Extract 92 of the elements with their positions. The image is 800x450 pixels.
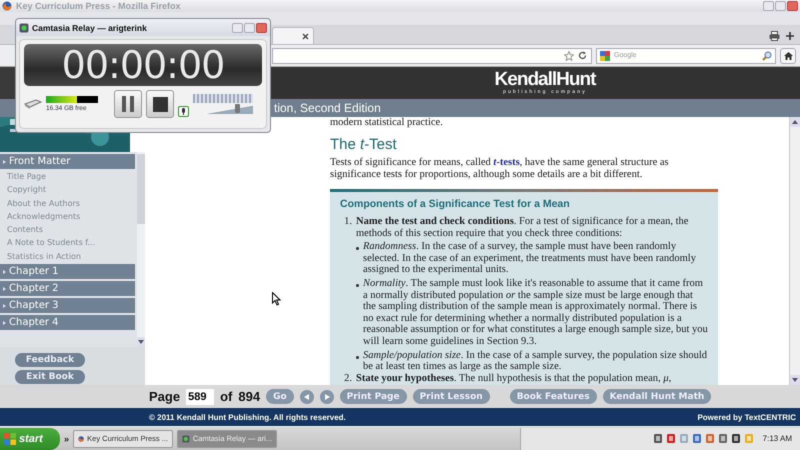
quick-launch-chevron[interactable]: » <box>64 434 70 444</box>
expand-arrow-icon <box>3 304 6 308</box>
browser-icon <box>2 1 12 11</box>
bullet-text: Normality. The sample must look like it's reasonable to assume that it came from a normally distributed population or the sample size must be large enough that the sampling distribution of the sample mean is approximately normal. There is no exact rule for determining whether a normally distributed population is a reasonable assumption or for what constitutes a large enough sample size, but you will learn some guidelines in Section 9.3. <box>363 278 708 348</box>
bullet-text: Sample/population size. In the case of a sample survey, the population size should be at least ten times as large as the sample size. <box>363 350 708 373</box>
stop-icon <box>152 96 168 112</box>
page-input[interactable]: 589 <box>186 388 214 404</box>
microphone-icon <box>181 108 186 114</box>
star-icon[interactable] <box>564 50 574 60</box>
home-icon <box>784 52 792 60</box>
address-field[interactable] <box>272 48 592 64</box>
list-item-text: State your hypotheses. The null hypothesis is that the population mean, μ, <box>356 372 672 384</box>
scrollbar[interactable] <box>789 117 800 385</box>
microphone-toggle[interactable] <box>178 106 189 116</box>
scrollbar[interactable] <box>137 152 145 347</box>
previous-page-button[interactable] <box>300 390 314 404</box>
glossary-link[interactable]: t-tests <box>493 157 520 168</box>
audio-level-meter <box>193 94 253 103</box>
mouse-pointer-icon <box>272 292 281 306</box>
sidebar-button[interactable]: Exit Book <box>15 370 85 384</box>
bullet-icon <box>356 356 359 359</box>
section-header[interactable]: Front Matter <box>0 154 135 169</box>
home-button[interactable] <box>780 48 796 64</box>
intro-paragraph: Tests of significance for means, called t-tests, have the same general structure as significance tests for proportions, although some details are a bit different. <box>330 157 670 181</box>
scroll-up-icon[interactable] <box>792 120 798 124</box>
tray-icon[interactable] <box>652 433 663 444</box>
body-text: modern statistical practice. <box>330 117 444 128</box>
window-title: Camtasia Relay — arigterink <box>32 22 147 32</box>
section-header[interactable]: Chapter 1 <box>0 264 135 280</box>
window-title: Key Curriculum Press - Mozilla Firefox <box>16 1 181 11</box>
browser-icon <box>78 434 84 444</box>
sidebar-item[interactable]: Acknowledgments <box>0 210 137 222</box>
bullet-icon <box>356 284 359 287</box>
reload-icon[interactable] <box>578 51 587 60</box>
search-engine-icon[interactable] <box>600 50 610 60</box>
close-button[interactable] <box>787 1 798 11</box>
search-icon[interactable] <box>762 50 772 60</box>
sidebar-item[interactable]: Statistics in Action <box>0 250 137 262</box>
stop-button[interactable] <box>146 90 174 118</box>
expand-arrow-icon <box>3 320 6 325</box>
tray-icon[interactable] <box>730 433 741 444</box>
pause-button[interactable] <box>114 90 142 118</box>
sidebar-item[interactable]: Copyright <box>0 184 137 196</box>
scroll-down-icon[interactable] <box>792 378 798 382</box>
page-label: Page <box>149 389 180 404</box>
expand-arrow-icon <box>3 270 6 274</box>
section-header[interactable]: Chapter 3 <box>0 298 135 314</box>
storage-meter <box>46 96 98 103</box>
drive-icon <box>24 99 42 109</box>
bullet-text: Randomness. In the case of a survey, the sample must have been randomly selected. In the case of an experiment, the treatments must have been randomly assigned to the experimental units. <box>363 241 697 276</box>
list-number: 2. <box>343 372 352 384</box>
section-heading: The t-Test <box>330 136 398 153</box>
toolbar-button[interactable]: Book Features <box>510 389 597 404</box>
callout-title: Components of a Significance Test for a Mean <box>340 198 571 210</box>
book-subtitle: tion, Second Edition <box>274 101 381 115</box>
expand-arrow-icon <box>3 286 6 291</box>
close-icon[interactable] <box>302 32 309 40</box>
sidebar-item[interactable]: Contents <box>0 224 137 236</box>
add-icon[interactable] <box>786 32 794 40</box>
printer-icon[interactable] <box>769 30 780 40</box>
bullet-icon <box>356 247 359 250</box>
tray-icon[interactable] <box>666 433 676 444</box>
next-page-button[interactable] <box>320 390 334 404</box>
section-header[interactable]: Chapter 4 <box>0 315 135 330</box>
sidebar-button[interactable]: Feedback <box>15 353 85 367</box>
clock: 7:13 AM <box>762 434 792 443</box>
tray-icon[interactable] <box>718 433 728 444</box>
sidebar-item[interactable]: About the Authors <box>0 198 137 209</box>
scroll-down-icon[interactable] <box>138 340 144 344</box>
toolbar-button[interactable]: Kendall Hunt Math <box>602 389 712 404</box>
toolbar-button[interactable]: Go <box>266 389 294 404</box>
recorder-icon <box>182 434 190 444</box>
section-header[interactable]: Chapter 2 <box>0 281 135 296</box>
sidebar-item[interactable]: A Note to Students f... <box>0 237 137 249</box>
pause-icon <box>121 96 135 112</box>
toolbar-button[interactable]: Print Lesson <box>412 389 490 404</box>
right-arrow-icon <box>324 394 330 400</box>
timer-display: 00:00:00 <box>24 44 262 86</box>
start-button[interactable]: start <box>0 428 60 450</box>
expand-arrow-icon <box>3 160 6 164</box>
list-item-text: Name the test and check conditions. For a test of significance for a mean, the methods of this section require that you check three conditions: <box>356 216 690 240</box>
copyright-text: © 2011 Kendall Hunt Publishing. All rights reserved. <box>149 412 346 422</box>
page-label: of <box>220 389 232 404</box>
windows-logo-icon <box>4 432 16 444</box>
recorder-icon <box>19 22 29 32</box>
powered-by-text: Powered by TextCENTRIC <box>697 412 796 422</box>
list-number: 1. <box>343 216 352 229</box>
page-count: 894 <box>238 389 260 404</box>
left-arrow-icon <box>304 394 310 400</box>
toolbar-button[interactable]: Print Page <box>340 389 407 404</box>
sidebar-item[interactable]: Title Page <box>0 171 137 182</box>
close-button[interactable] <box>256 22 267 32</box>
